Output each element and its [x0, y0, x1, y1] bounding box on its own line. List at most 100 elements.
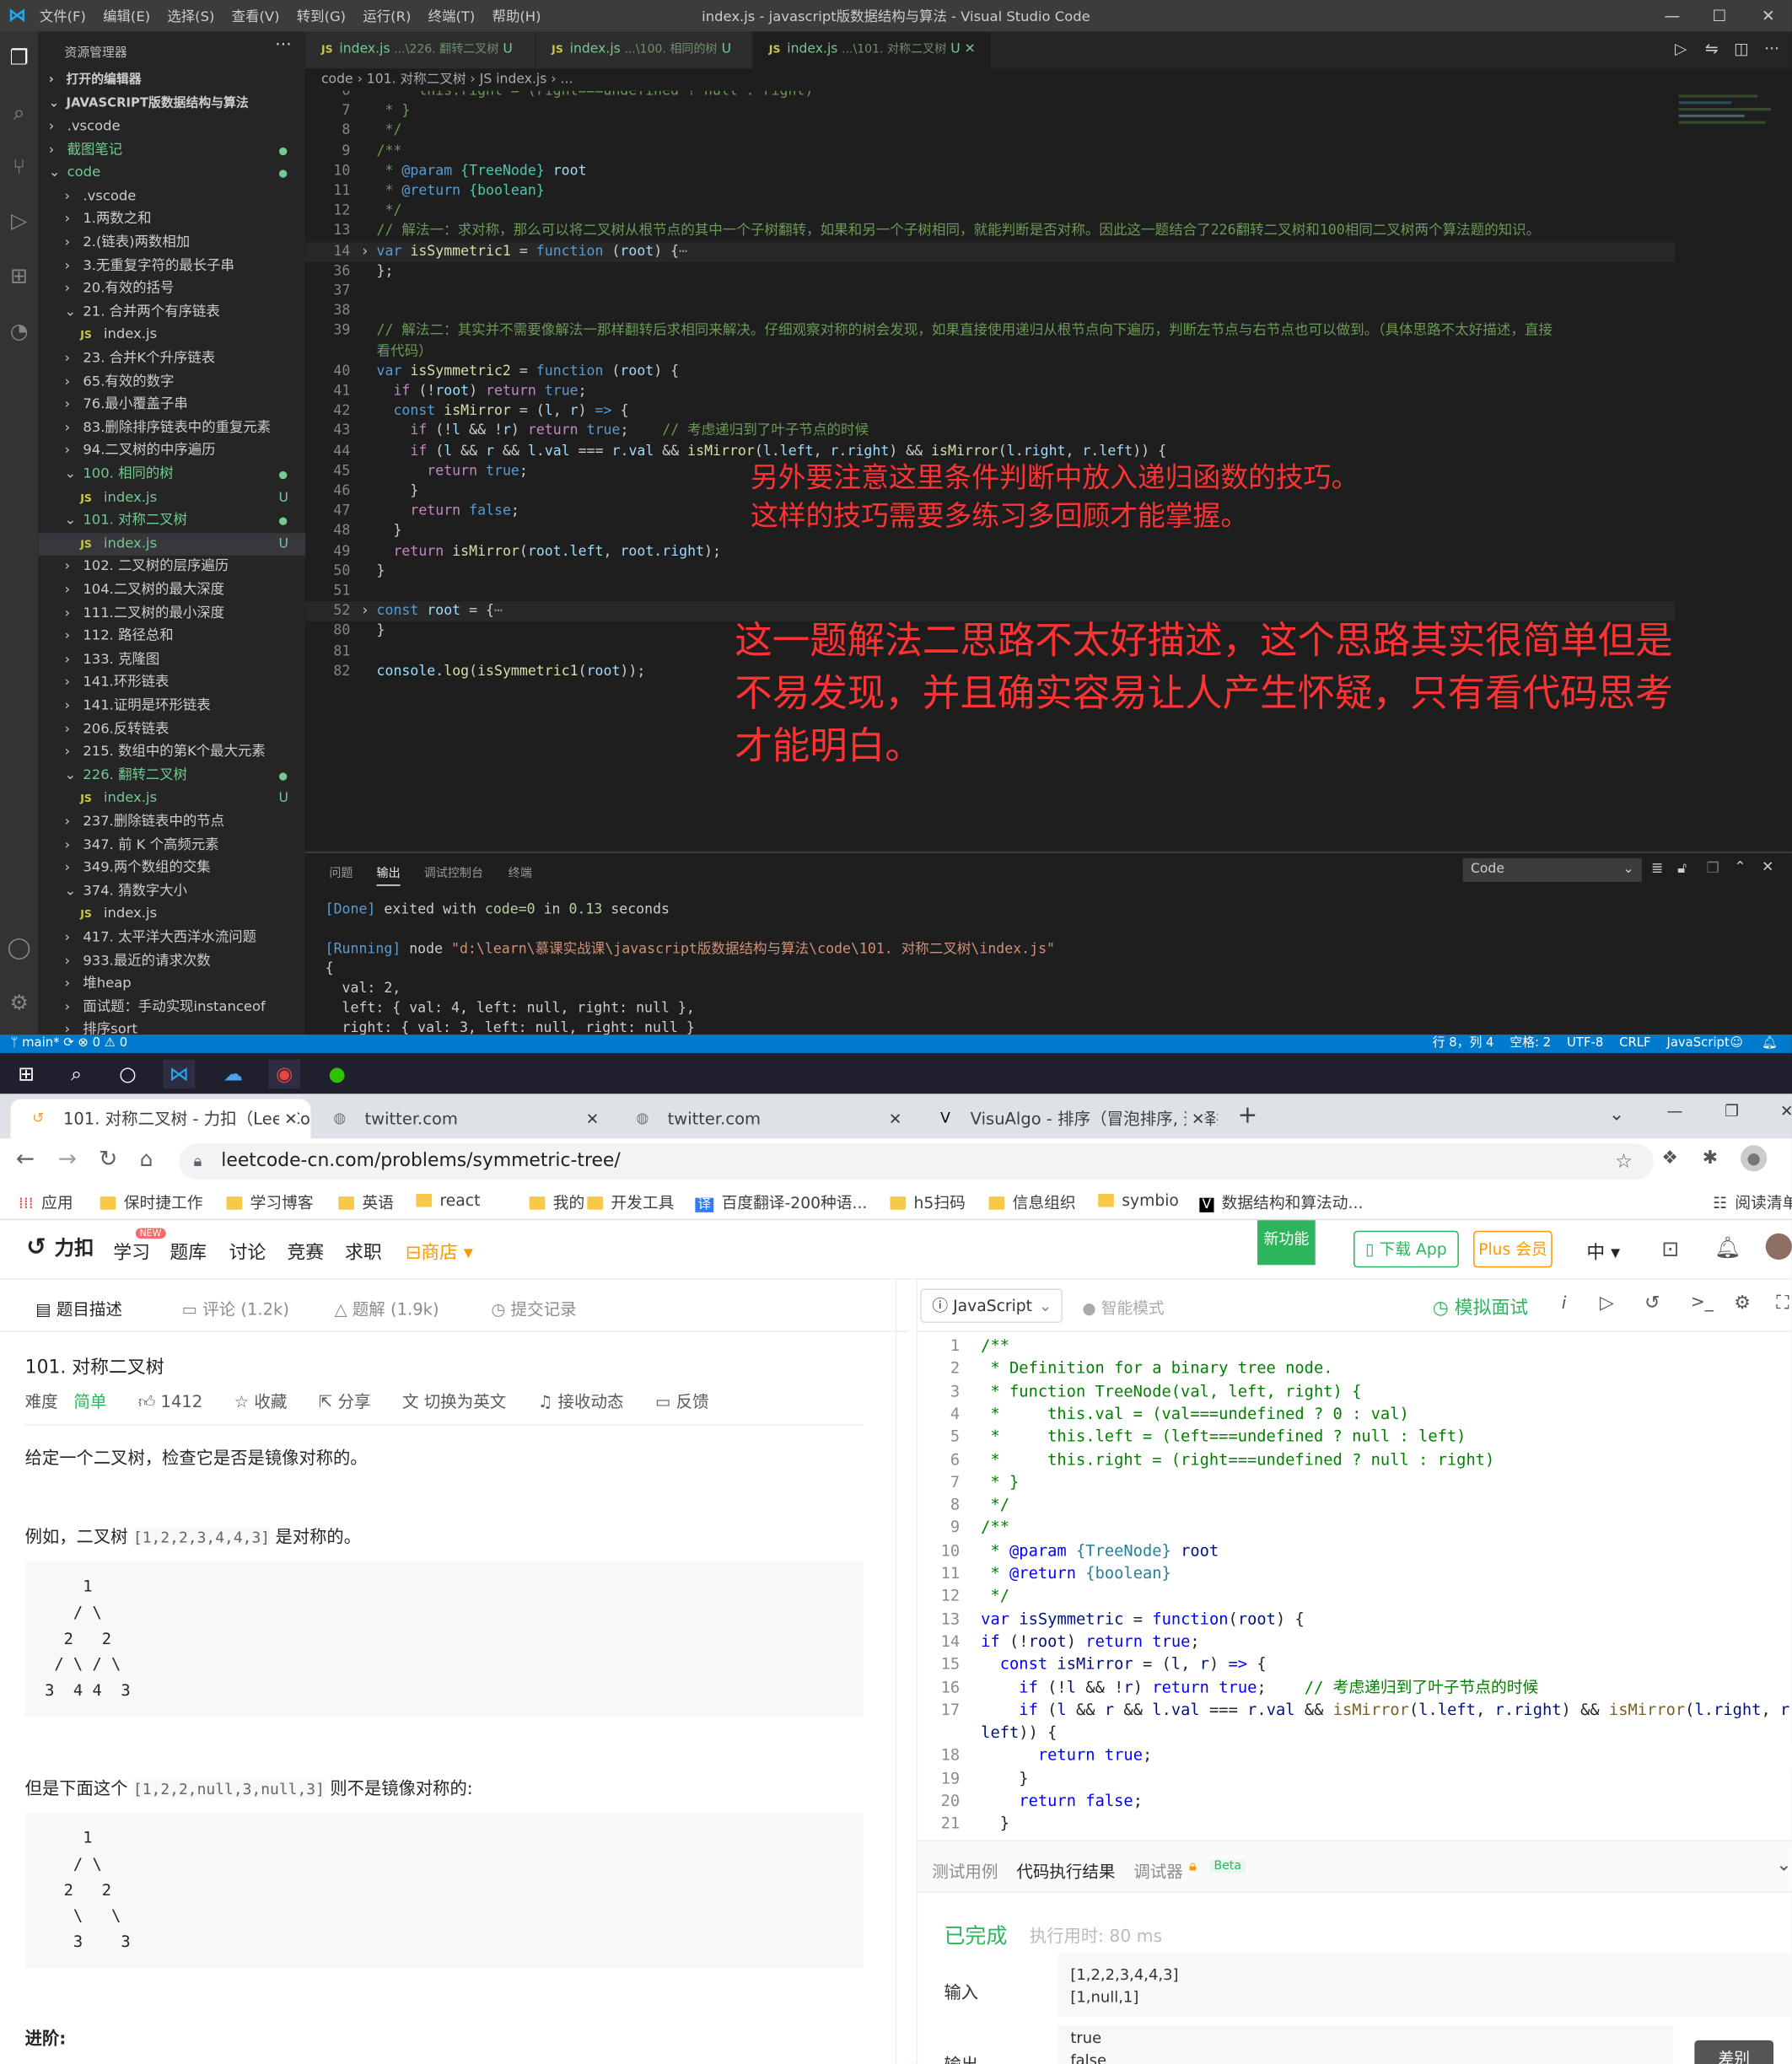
- open-editors-section[interactable]: › 打开的编辑器: [38, 68, 305, 91]
- taskbar-search-icon[interactable]: ⌕: [61, 1060, 92, 1088]
- folder-item[interactable]: › 20.有效的括号: [38, 278, 305, 301]
- chrome-taskbar-icon[interactable]: ◉: [268, 1059, 300, 1089]
- wechat-icon[interactable]: ●: [321, 1060, 352, 1088]
- terminal-icon[interactable]: >_: [1691, 1293, 1714, 1312]
- folder-item[interactable]: › 215. 数组中的第K个最大元素: [38, 741, 305, 764]
- diff-button[interactable]: 差别: [1694, 2040, 1774, 2064]
- folder-item[interactable]: › .vscode: [38, 116, 305, 138]
- home-icon[interactable]: ⌂: [139, 1147, 153, 1172]
- close-panel-icon[interactable]: ✕: [1762, 858, 1773, 875]
- bookmark-item[interactable]: symbio: [1098, 1191, 1179, 1210]
- folder-item[interactable]: › 141.环形链表: [38, 672, 305, 695]
- folder-item[interactable]: › 面试题：手动实现instanceof: [38, 997, 305, 1019]
- minimize-icon[interactable]: —: [1659, 4, 1685, 28]
- folder-item[interactable]: › 1.两数之和: [38, 208, 305, 231]
- folder-item[interactable]: › 111.二叉树的最小深度: [38, 602, 305, 625]
- close-tab-icon[interactable]: ✕: [580, 1099, 600, 1139]
- plus-member-button[interactable]: Plus 会员: [1473, 1230, 1553, 1268]
- maximize-panel-icon[interactable]: ⌃: [1734, 858, 1746, 875]
- filter-list-icon[interactable]: ≣: [1651, 859, 1663, 876]
- account-icon[interactable]: ◯: [7, 934, 32, 959]
- close-tab-icon[interactable]: ✕: [1186, 1099, 1205, 1139]
- folder-item[interactable]: › 65.有效的数字: [38, 371, 305, 394]
- folder-item[interactable]: › 112. 路径总和: [38, 626, 305, 648]
- menu-item[interactable]: 查看(V): [232, 6, 280, 25]
- file-item[interactable]: JS index.js: [38, 904, 305, 927]
- status-right[interactable]: 行 8，列 4 空格: 2 UTF-8 CRLF JavaScript: [1433, 1035, 1730, 1053]
- folder-item[interactable]: › 933.最近的请求次数: [38, 950, 305, 973]
- language-select[interactable]: ⓘ JavaScript ⌄: [920, 1288, 1063, 1324]
- feedback-icon[interactable]: ☺: [1730, 1035, 1743, 1053]
- bookmark-item[interactable]: 学习博客: [226, 1191, 314, 1214]
- breadcrumb[interactable]: code › 101. 对称二叉树 › JS index.js › ...: [305, 68, 1792, 91]
- folder-item[interactable]: › 237.删除链表中的节点: [38, 811, 305, 834]
- folder-item[interactable]: › 104.二叉树的最大深度: [38, 579, 305, 602]
- bookmark-item[interactable]: 保时捷工作: [100, 1191, 202, 1214]
- nav-contest[interactable]: 竞赛: [287, 1239, 324, 1265]
- profile-avatar[interactable]: ●: [1741, 1145, 1768, 1172]
- more-icon[interactable]: ···: [1764, 40, 1779, 58]
- run-debug-icon[interactable]: ▷: [7, 208, 32, 234]
- extensions-puzzle-icon[interactable]: ✱: [1703, 1148, 1718, 1169]
- bookmark-star-icon[interactable]: ☆: [1615, 1144, 1633, 1180]
- run-icon[interactable]: ▷: [1675, 40, 1687, 58]
- more-actions-icon[interactable]: ···: [275, 35, 291, 55]
- menu-item[interactable]: 文件(F): [40, 6, 86, 25]
- folder-item[interactable]: › .vscode: [38, 185, 305, 208]
- address-bar[interactable]: 🔒︎ leetcode-cn.com/problems/symmetric-tr…: [179, 1143, 1654, 1180]
- tab-debug-console[interactable]: 调试控制台: [424, 863, 483, 881]
- source-control-icon[interactable]: ⑂: [7, 154, 32, 180]
- remote-icon[interactable]: ◔: [7, 319, 32, 344]
- mock-interview-button[interactable]: ◷ 模拟面试: [1433, 1294, 1528, 1320]
- tab-terminal[interactable]: 终端: [509, 863, 532, 881]
- task-view-icon[interactable]: ○: [112, 1060, 143, 1088]
- favorite-button[interactable]: ☆ 收藏: [234, 1391, 288, 1411]
- restore-icon[interactable]: ❐: [1725, 1102, 1739, 1121]
- new-feature-banner[interactable]: 新功能: [1257, 1220, 1316, 1266]
- language-switch[interactable]: 中 ▾: [1586, 1239, 1620, 1265]
- browser-tab[interactable]: VVisuAlgo - 排序（冒泡排序, 选择排序）✕: [918, 1099, 1218, 1139]
- status-left[interactable]: ᛘ main* ⟳ ⊗ 0 ⚠ 0: [10, 1035, 127, 1053]
- folder-item[interactable]: ⌄ 101. 对称二叉树: [38, 509, 305, 532]
- folder-item[interactable]: › 2.(链表)两数相加: [38, 232, 305, 255]
- nav-jobs[interactable]: 求职: [345, 1239, 382, 1265]
- tab-search-icon[interactable]: ⌄: [1609, 1105, 1624, 1126]
- windows-start-icon[interactable]: ⊞: [10, 1060, 41, 1088]
- bookmark-item[interactable]: 译百度翻译-200种语...: [695, 1191, 867, 1214]
- split-editor-icon[interactable]: ◫: [1734, 40, 1749, 58]
- menu-item[interactable]: 运行(R): [363, 6, 411, 25]
- tab-testcase[interactable]: 测试用例: [932, 1857, 998, 1883]
- forward-icon[interactable]: →: [58, 1147, 77, 1173]
- close-tab-icon[interactable]: ✕: [883, 1099, 902, 1139]
- tab-description[interactable]: ▤ 题目描述: [35, 1295, 122, 1320]
- folder-item[interactable]: ⌄ code: [38, 162, 305, 185]
- browser-tab[interactable]: ↺101. 对称二叉树 - 力扣（LeetCode）✕: [10, 1099, 311, 1139]
- code-editor[interactable]: 1/** 2 * Definition for a binary tree nod…: [918, 1333, 1792, 1840]
- share-button[interactable]: ⇱ 分享: [319, 1391, 371, 1411]
- tab-submissions[interactable]: ◷ 提交记录: [491, 1295, 576, 1320]
- file-item[interactable]: JS index.js: [38, 325, 305, 347]
- download-app-button[interactable]: ▯ 下载 App: [1353, 1230, 1459, 1268]
- folder-item[interactable]: › 83.删除排序链表中的重复元素: [38, 417, 305, 440]
- folder-item[interactable]: › 94.二叉树的中序遍历: [38, 440, 305, 463]
- browser-tab[interactable]: ◍ twitter.com ✕: [615, 1099, 915, 1139]
- like-button[interactable]: 👍︎ 1412: [138, 1391, 202, 1411]
- tab-output[interactable]: 输出: [376, 863, 401, 886]
- explorer-icon[interactable]: ❐: [7, 45, 32, 70]
- bookmark-item[interactable]: h5扫码: [890, 1191, 966, 1214]
- subscribe-button[interactable]: ♫ 接收动态: [538, 1391, 624, 1411]
- folder-item[interactable]: ⌄ 21. 合并两个有序链表: [38, 301, 305, 324]
- browser-tab[interactable]: ◍ twitter.com ✕: [312, 1099, 612, 1139]
- nav-discuss[interactable]: 讨论: [229, 1239, 266, 1265]
- tab-solutions[interactable]: △ 题解 (1.9k): [335, 1295, 439, 1320]
- folder-item[interactable]: › 133. 克隆图: [38, 648, 305, 671]
- folder-item[interactable]: › 347. 前 K 个高频元素: [38, 834, 305, 857]
- collapse-icon[interactable]: ⌄: [1776, 1855, 1791, 1876]
- leetcode-logo[interactable]: ↺ 力扣: [26, 1234, 94, 1261]
- tab-problems[interactable]: 问题: [329, 863, 352, 881]
- close-icon[interactable]: ✕: [1755, 4, 1781, 28]
- reset-icon[interactable]: ↺: [1644, 1293, 1660, 1314]
- settings-icon[interactable]: ⚙: [1734, 1293, 1751, 1314]
- close-window-icon[interactable]: ✕: [1780, 1102, 1792, 1121]
- maximize-icon[interactable]: ☐: [1706, 4, 1732, 28]
